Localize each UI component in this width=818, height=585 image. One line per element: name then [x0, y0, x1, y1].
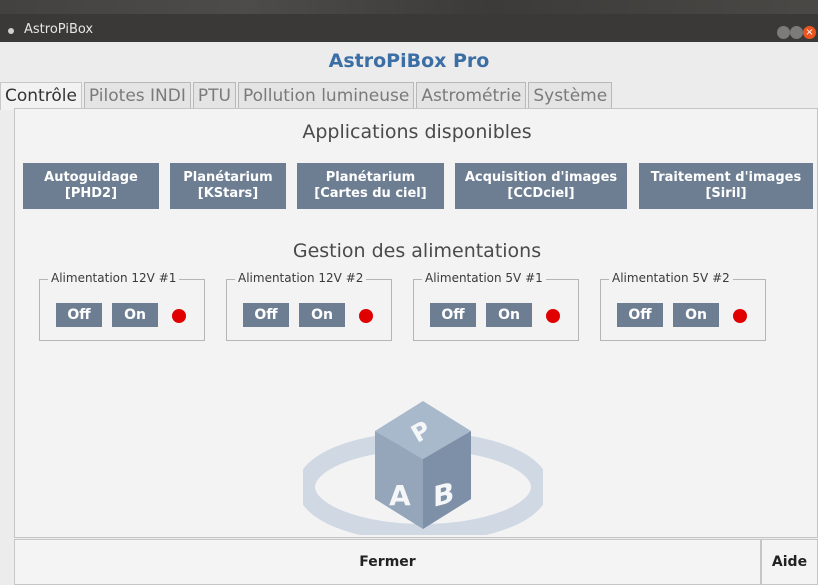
app-button-line2: [Siril] [705, 186, 747, 201]
off-button[interactable]: Off [430, 303, 476, 327]
group-label: Alimentation 5V #2 [609, 271, 733, 285]
control-panel: Applications disponibles Autoguidage [PH… [14, 108, 818, 538]
fermer-button[interactable]: Fermer [14, 539, 761, 585]
wallpaper-strip [0, 0, 818, 14]
app-button-line1: Acquisition d'images [464, 170, 618, 185]
tab-astrometrie[interactable]: Astrométrie [416, 82, 527, 108]
page-title: AstroPiBox Pro [328, 50, 490, 72]
app-button-line2: [PHD2] [64, 186, 118, 201]
on-button[interactable]: On [673, 303, 719, 327]
status-led [733, 309, 747, 323]
status-led [546, 309, 560, 323]
power-group-5v-1: Alimentation 5V #1 Off On [413, 271, 579, 341]
planetarium-cartes-du-ciel-button[interactable]: Planétarium [Cartes du ciel] [297, 163, 444, 209]
logo-letter-a: A [389, 479, 411, 512]
app-button-line2: [KStars] [197, 186, 259, 201]
maximize-button[interactable] [790, 26, 803, 39]
planetarium-kstars-button[interactable]: Planétarium [KStars] [170, 163, 286, 209]
logo-letter-b: B [433, 476, 454, 514]
app-button-line1: Planétarium [325, 170, 416, 185]
off-button[interactable]: Off [56, 303, 102, 327]
apps-section-title: Applications disponibles [302, 121, 532, 143]
off-button[interactable]: Off [243, 303, 289, 327]
footer-bar: Fermer Aide [0, 539, 818, 585]
app-button-line2: [CCDciel] [507, 186, 575, 201]
status-led [172, 309, 186, 323]
close-window-button[interactable]: × [803, 26, 816, 39]
acquisition-ccdciel-button[interactable]: Acquisition d'images [CCDciel] [455, 163, 627, 209]
on-button[interactable]: On [112, 303, 158, 327]
astropibox-logo: P A B [303, 401, 543, 535]
tab-controle[interactable]: Contrôle [0, 82, 82, 110]
minimize-button[interactable] [777, 26, 790, 39]
window-title: AstroPiBox [24, 22, 94, 37]
app-button-line1: Planétarium [183, 170, 273, 185]
title-bar: AstroPiBox × [0, 0, 818, 42]
tab-systeme[interactable]: Système [528, 82, 613, 108]
tab-pilotes-indi[interactable]: Pilotes INDI [83, 82, 191, 108]
off-button[interactable]: Off [617, 303, 663, 327]
traitement-siril-button[interactable]: Traitement d'images [Siril] [639, 163, 813, 209]
group-label: Alimentation 12V #1 [48, 271, 180, 285]
app-button-line1: Autoguidage [44, 170, 138, 185]
power-group-5v-2: Alimentation 5V #2 Off On [600, 271, 766, 341]
tab-bar: Contrôle Pilotes INDI PTU Pollution lumi… [0, 82, 614, 110]
autoguidage-phd2-button[interactable]: Autoguidage [PHD2] [23, 163, 159, 209]
app-button-line2: [Cartes du ciel] [314, 186, 427, 201]
on-button[interactable]: On [299, 303, 345, 327]
app-button-line1: Traitement d'images [650, 170, 802, 185]
status-led [359, 309, 373, 323]
tab-pollution-lumineuse[interactable]: Pollution lumineuse [237, 82, 415, 108]
tab-ptu[interactable]: PTU [192, 82, 236, 108]
app-icon [8, 28, 14, 34]
power-group-12v-2: Alimentation 12V #2 Off On [226, 271, 392, 341]
group-label: Alimentation 5V #1 [422, 271, 546, 285]
aide-button[interactable]: Aide [761, 539, 818, 585]
main-window: AstroPiBox Pro Contrôle Pilotes INDI PTU… [0, 42, 818, 585]
group-label: Alimentation 12V #2 [235, 271, 367, 285]
on-button[interactable]: On [486, 303, 532, 327]
power-group-12v-1: Alimentation 12V #1 Off On [39, 271, 205, 341]
power-section-title: Gestion des alimentations [292, 240, 542, 262]
